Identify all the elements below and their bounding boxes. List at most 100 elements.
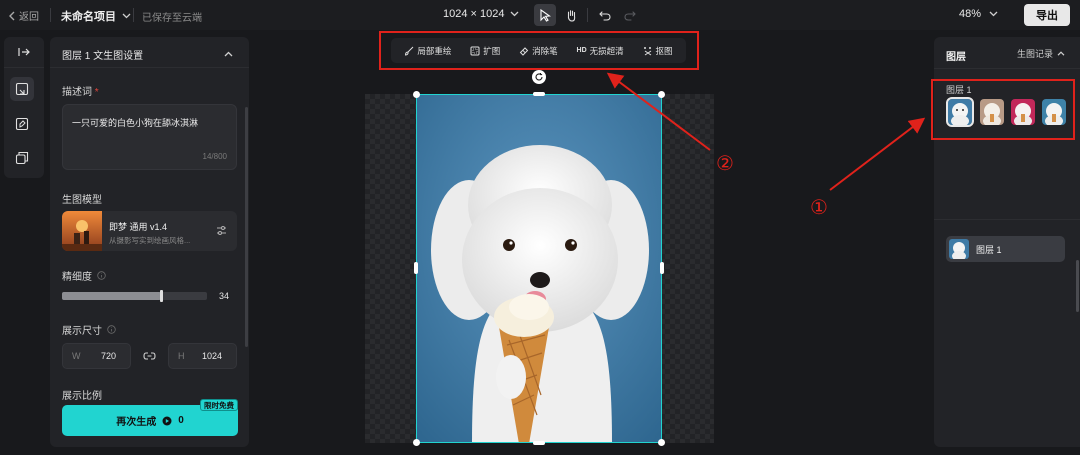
history-thumbnail-4[interactable]: [1042, 99, 1066, 125]
back-button[interactable]: 返回: [8, 8, 39, 23]
zoom-dropdown[interactable]: 48%: [959, 8, 998, 20]
prompt-label: 描述词 *: [62, 83, 99, 98]
info-icon: [97, 271, 106, 280]
export-button[interactable]: 导出: [1024, 4, 1070, 26]
model-selector[interactable]: 即梦 通用 v1.4 从摄影写实到绘画风格...: [62, 211, 237, 251]
chevron-up-icon: [1057, 51, 1065, 56]
annotation-arrow-2: [606, 72, 711, 151]
prompt-input[interactable]: 一只可爱的白色小狗在舔冰淇淋 14/800: [62, 104, 237, 170]
free-badge: 限时免费: [200, 399, 238, 411]
required-mark: *: [94, 87, 99, 98]
annotation-number-2: ②: [716, 151, 734, 175]
divider: [4, 67, 44, 68]
detail-slider-handle[interactable]: [159, 290, 163, 302]
resize-handle-bl[interactable]: [413, 439, 420, 446]
image-to-image-tool[interactable]: [10, 112, 34, 136]
history-thumbnail-3[interactable]: [1011, 99, 1035, 125]
divider: [133, 8, 134, 22]
divider: [50, 67, 249, 68]
layer-name: 图层 1: [976, 244, 1002, 255]
project-name-dropdown[interactable]: 未命名项目: [61, 8, 131, 24]
prompt-char-count: 14/800: [202, 152, 227, 161]
settings-icon[interactable]: [216, 225, 227, 239]
history-thumbnail-2[interactable]: [980, 99, 1004, 125]
resize-handle-bottom[interactable]: [533, 441, 545, 445]
prompt-text: 一只可爱的白色小狗在舔冰淇淋: [72, 118, 199, 128]
model-description: 从摄影写实到绘画风格...: [109, 236, 191, 245]
panel-scrollbar[interactable]: [245, 107, 248, 347]
history-thumbnail-1[interactable]: [946, 97, 974, 127]
resize-handle-br[interactable]: [658, 439, 665, 446]
model-name: 即梦 通用 v1.4: [109, 222, 168, 232]
image-generate-icon: [15, 82, 29, 96]
cursor-icon: [540, 8, 551, 22]
select-tool-button[interactable]: [534, 4, 556, 26]
chevron-down-icon: [511, 11, 519, 17]
model-label: 生图模型: [62, 195, 102, 206]
history-label: 生图记录: [1017, 49, 1054, 59]
model-thumbnail: [62, 211, 102, 251]
regenerate-label: 再次生成: [116, 417, 157, 428]
detail-label-text: 精细度: [62, 272, 92, 283]
undo-button[interactable]: [594, 4, 616, 26]
regenerate-cost: 0: [178, 415, 184, 426]
text-to-image-tool[interactable]: [10, 77, 34, 101]
link-icon: [143, 352, 156, 360]
link-ratio-toggle[interactable]: [143, 350, 156, 364]
height-label: H: [178, 351, 185, 361]
back-label: 返回: [19, 12, 39, 23]
collapse-button[interactable]: [224, 46, 233, 60]
expand-panel-button[interactable]: [4, 37, 44, 67]
edit-image-icon: [15, 117, 29, 131]
redo-icon: [624, 10, 636, 21]
redo-button[interactable]: [619, 4, 641, 26]
save-status: 已保存至云端: [142, 13, 202, 24]
layer-item[interactable]: 图层 1: [946, 236, 1065, 262]
undo-icon: [599, 10, 611, 21]
size-label: 展示尺寸: [62, 322, 116, 337]
panel-title: 图层 1 文生图设置: [62, 51, 144, 62]
size-label-text: 展示尺寸: [62, 326, 102, 337]
zoom-value: 48%: [959, 8, 982, 20]
hand-tool-button[interactable]: [560, 4, 582, 26]
width-value: 720: [100, 351, 116, 361]
resize-handle-left[interactable]: [414, 262, 418, 274]
chevron-up-icon: [224, 51, 233, 57]
copy-layers-icon: [15, 151, 29, 165]
resize-handle-right[interactable]: [660, 262, 664, 274]
canvas-size-dropdown[interactable]: 1024 × 1024: [443, 8, 519, 20]
generation-settings-panel: 图层 1 文生图设置 描述词 * 一只可爱的白色小狗在舔冰淇淋 14/800 生…: [50, 37, 249, 447]
layers-title: 图层: [946, 52, 966, 63]
hand-icon: [567, 9, 575, 22]
chevron-down-icon: [122, 13, 131, 19]
detail-slider-fill: [62, 292, 161, 300]
info-icon: [107, 325, 116, 334]
detail-label: 精细度: [62, 268, 106, 283]
layers-tool[interactable]: [10, 146, 34, 170]
annotation-number-1: ①: [810, 195, 828, 219]
detail-slider[interactable]: [62, 290, 207, 302]
rotate-handle[interactable]: [532, 70, 546, 84]
width-input[interactable]: W 720: [62, 343, 131, 369]
divider: [587, 8, 588, 22]
layers-scrollbar[interactable]: [1076, 260, 1079, 312]
divider: [934, 68, 1080, 69]
project-name: 未命名项目: [61, 11, 116, 23]
divider: [934, 219, 1080, 220]
resize-handle-tl[interactable]: [413, 91, 420, 98]
annotation-arrow-1: [829, 117, 926, 191]
chevron-left-icon: [9, 11, 15, 20]
height-value: 1024: [201, 351, 222, 361]
credit-icon: [162, 416, 172, 425]
chevron-down-icon: [989, 11, 998, 17]
rotate-icon: [535, 73, 543, 81]
width-label: W: [72, 351, 81, 361]
expand-right-icon: [18, 48, 30, 56]
prompt-label-text: 描述词: [62, 87, 92, 98]
divider: [50, 8, 51, 22]
annotation-arrows: [606, 72, 926, 191]
layer-thumbnail: [949, 239, 969, 259]
resize-handle-top[interactable]: [533, 92, 545, 96]
height-input[interactable]: H 1024: [168, 343, 237, 369]
history-toggle[interactable]: 生图记录: [1017, 47, 1065, 60]
